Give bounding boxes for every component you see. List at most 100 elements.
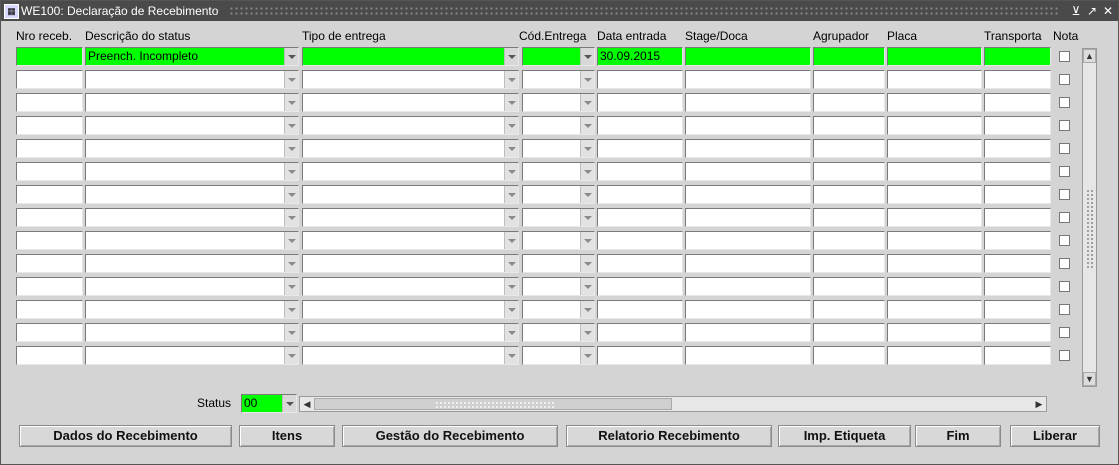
transporta-field[interactable]: [984, 116, 1051, 135]
close-icon[interactable]: ✕: [1101, 3, 1115, 19]
data-entrada-field[interactable]: [597, 231, 683, 250]
transporta-field[interactable]: [984, 162, 1051, 181]
chevron-down-icon[interactable]: [504, 301, 518, 318]
nota-checkbox[interactable]: [1059, 143, 1070, 154]
nro-receb-field[interactable]: [16, 208, 83, 227]
chevron-down-icon[interactable]: [284, 209, 298, 226]
chevron-down-icon[interactable]: [580, 186, 594, 203]
cod-entrega-field[interactable]: [522, 185, 595, 204]
placa-field[interactable]: [887, 208, 982, 227]
transporta-field[interactable]: [984, 277, 1051, 296]
chevron-down-icon[interactable]: [580, 255, 594, 272]
minimize-icon[interactable]: ⊻: [1069, 3, 1083, 19]
placa-field[interactable]: [887, 254, 982, 273]
chevron-down-icon[interactable]: [580, 209, 594, 226]
agrupador-field[interactable]: [813, 47, 885, 66]
tipo-entrega-field[interactable]: [302, 116, 519, 135]
tipo-entrega-field[interactable]: [302, 47, 519, 66]
chevron-down-icon[interactable]: [284, 301, 298, 318]
placa-field[interactable]: [887, 47, 982, 66]
horizontal-scroll-thumb[interactable]: [314, 398, 672, 410]
descricao-status-field[interactable]: [85, 346, 299, 365]
nota-checkbox[interactable]: [1059, 327, 1070, 338]
cod-entrega-field[interactable]: [522, 139, 595, 158]
nota-checkbox[interactable]: [1059, 304, 1070, 315]
cod-entrega-field[interactable]: [522, 346, 595, 365]
chevron-down-icon[interactable]: [284, 186, 298, 203]
placa-field[interactable]: [887, 346, 982, 365]
tipo-entrega-field[interactable]: [302, 277, 519, 296]
agrupador-field[interactable]: [813, 231, 885, 250]
tipo-entrega-field[interactable]: [302, 208, 519, 227]
descricao-status-field[interactable]: [85, 116, 299, 135]
tipo-entrega-field[interactable]: [302, 185, 519, 204]
chevron-down-icon[interactable]: [284, 48, 298, 65]
dados-recebimento-button[interactable]: Dados do Recebimento: [19, 425, 232, 447]
stage-doca-field[interactable]: [685, 231, 811, 250]
agrupador-field[interactable]: [813, 93, 885, 112]
nro-receb-field[interactable]: [16, 300, 83, 319]
chevron-down-icon[interactable]: [580, 347, 594, 364]
chevron-down-icon[interactable]: [504, 48, 518, 65]
nota-checkbox[interactable]: [1059, 212, 1070, 223]
chevron-down-icon[interactable]: [284, 324, 298, 341]
transporta-field[interactable]: [984, 93, 1051, 112]
transporta-field[interactable]: [984, 185, 1051, 204]
chevron-down-icon[interactable]: [504, 324, 518, 341]
chevron-down-icon[interactable]: [580, 94, 594, 111]
nota-checkbox[interactable]: [1059, 281, 1070, 292]
tipo-entrega-field[interactable]: [302, 323, 519, 342]
agrupador-field[interactable]: [813, 346, 885, 365]
cod-entrega-field[interactable]: [522, 323, 595, 342]
nro-receb-field[interactable]: [16, 93, 83, 112]
tipo-entrega-field[interactable]: [302, 162, 519, 181]
chevron-down-icon[interactable]: [284, 255, 298, 272]
data-entrada-field[interactable]: [597, 70, 683, 89]
stage-doca-field[interactable]: [685, 47, 811, 66]
placa-field[interactable]: [887, 231, 982, 250]
nota-checkbox[interactable]: [1059, 51, 1070, 62]
nota-checkbox[interactable]: [1059, 97, 1070, 108]
chevron-down-icon[interactable]: [504, 255, 518, 272]
tipo-entrega-field[interactable]: [302, 300, 519, 319]
chevron-down-icon[interactable]: [282, 395, 296, 412]
chevron-down-icon[interactable]: [580, 324, 594, 341]
transporta-field[interactable]: [984, 70, 1051, 89]
restore-icon[interactable]: ↗: [1085, 3, 1099, 19]
placa-field[interactable]: [887, 139, 982, 158]
stage-doca-field[interactable]: [685, 93, 811, 112]
agrupador-field[interactable]: [813, 300, 885, 319]
placa-field[interactable]: [887, 300, 982, 319]
chevron-down-icon[interactable]: [580, 301, 594, 318]
agrupador-field[interactable]: [813, 116, 885, 135]
data-entrada-field[interactable]: 30.09.2015: [597, 47, 683, 66]
cod-entrega-field[interactable]: [522, 70, 595, 89]
cod-entrega-field[interactable]: [522, 231, 595, 250]
data-entrada-field[interactable]: [597, 277, 683, 296]
itens-button[interactable]: Itens: [239, 425, 335, 447]
agrupador-field[interactable]: [813, 70, 885, 89]
tipo-entrega-field[interactable]: [302, 93, 519, 112]
vertical-scrollbar[interactable]: ▲ ▼: [1082, 48, 1097, 387]
chevron-down-icon[interactable]: [284, 232, 298, 249]
chevron-down-icon[interactable]: [284, 347, 298, 364]
imp-etiqueta-button[interactable]: Imp. Etiqueta: [778, 425, 911, 447]
placa-field[interactable]: [887, 277, 982, 296]
nro-receb-field[interactable]: [16, 231, 83, 250]
data-entrada-field[interactable]: [597, 139, 683, 158]
chevron-down-icon[interactable]: [580, 232, 594, 249]
cod-entrega-field[interactable]: [522, 47, 595, 66]
nro-receb-field[interactable]: [16, 139, 83, 158]
transporta-field[interactable]: [984, 47, 1051, 66]
nota-checkbox[interactable]: [1059, 189, 1070, 200]
chevron-down-icon[interactable]: [284, 117, 298, 134]
scroll-up-icon[interactable]: ▲: [1083, 49, 1096, 63]
stage-doca-field[interactable]: [685, 162, 811, 181]
stage-doca-field[interactable]: [685, 116, 811, 135]
placa-field[interactable]: [887, 185, 982, 204]
nro-receb-field[interactable]: [16, 346, 83, 365]
transporta-field[interactable]: [984, 346, 1051, 365]
chevron-down-icon[interactable]: [504, 117, 518, 134]
chevron-down-icon[interactable]: [504, 278, 518, 295]
stage-doca-field[interactable]: [685, 300, 811, 319]
